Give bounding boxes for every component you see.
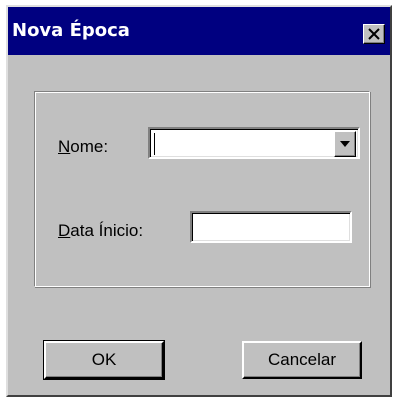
data-inicio-label: Data Ínicio: bbox=[58, 221, 144, 240]
chevron-down-icon bbox=[340, 141, 350, 147]
dialog-title: Nova Época bbox=[12, 20, 130, 41]
nome-label: Nome: bbox=[58, 137, 109, 156]
close-icon bbox=[368, 28, 380, 40]
nome-combobox[interactable] bbox=[148, 127, 360, 159]
nome-dropdown-button[interactable] bbox=[334, 131, 356, 157]
title-bar[interactable]: Nova Época bbox=[8, 7, 390, 55]
cancel-button[interactable]: Cancelar bbox=[242, 341, 362, 379]
data-inicio-input[interactable] bbox=[190, 211, 352, 243]
form-group-box bbox=[34, 91, 370, 287]
text-caret bbox=[154, 133, 155, 155]
close-button[interactable] bbox=[363, 24, 385, 44]
ok-button[interactable]: OK bbox=[43, 340, 165, 380]
nova-epoca-dialog: Nova Época Nome: Data Ínicio: OK Cancela… bbox=[6, 5, 392, 397]
